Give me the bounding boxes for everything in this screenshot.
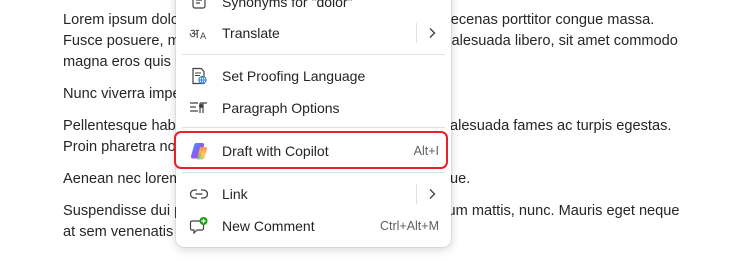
menu-item-new-comment[interactable]: New Comment Ctrl+Alt+M	[182, 211, 445, 241]
submenu-divider	[416, 184, 417, 204]
menu-item-label: Set Proofing Language	[222, 68, 366, 84]
menu-item-set-proofing-language[interactable]: Set Proofing Language	[182, 61, 445, 91]
link-icon	[188, 183, 210, 205]
translate-icon: अ A	[188, 22, 210, 44]
menu-divider	[182, 54, 445, 55]
paragraph-options-icon	[188, 97, 210, 119]
context-menu: Synonyms for "dolor" अ A Translate Set P…	[176, 0, 451, 247]
svg-text:अ: अ	[189, 27, 200, 42]
menu-divider	[182, 127, 445, 128]
menu-divider	[182, 172, 445, 173]
proofing-language-icon	[188, 65, 210, 87]
menu-item-paragraph-options[interactable]: Paragraph Options	[182, 93, 445, 123]
menu-item-label: Translate	[222, 25, 280, 41]
menu-item-translate[interactable]: अ A Translate	[182, 18, 445, 48]
copilot-highlight-outline	[174, 131, 448, 169]
menu-item-label: Paragraph Options	[222, 100, 340, 116]
chevron-right-icon[interactable]	[423, 185, 441, 203]
menu-item-synonyms[interactable]: Synonyms for "dolor"	[182, 0, 445, 17]
menu-item-link[interactable]: Link	[182, 179, 445, 209]
menu-item-label: New Comment	[222, 218, 315, 234]
chevron-right-icon[interactable]	[423, 24, 441, 42]
synonyms-icon	[188, 0, 210, 13]
menu-item-label: Synonyms for "dolor"	[222, 0, 353, 10]
new-comment-icon	[188, 215, 210, 237]
submenu-divider	[416, 23, 417, 43]
svg-text:A: A	[200, 32, 207, 42]
menu-item-label: Link	[222, 186, 248, 202]
shortcut-label: Ctrl+Alt+M	[379, 219, 439, 233]
